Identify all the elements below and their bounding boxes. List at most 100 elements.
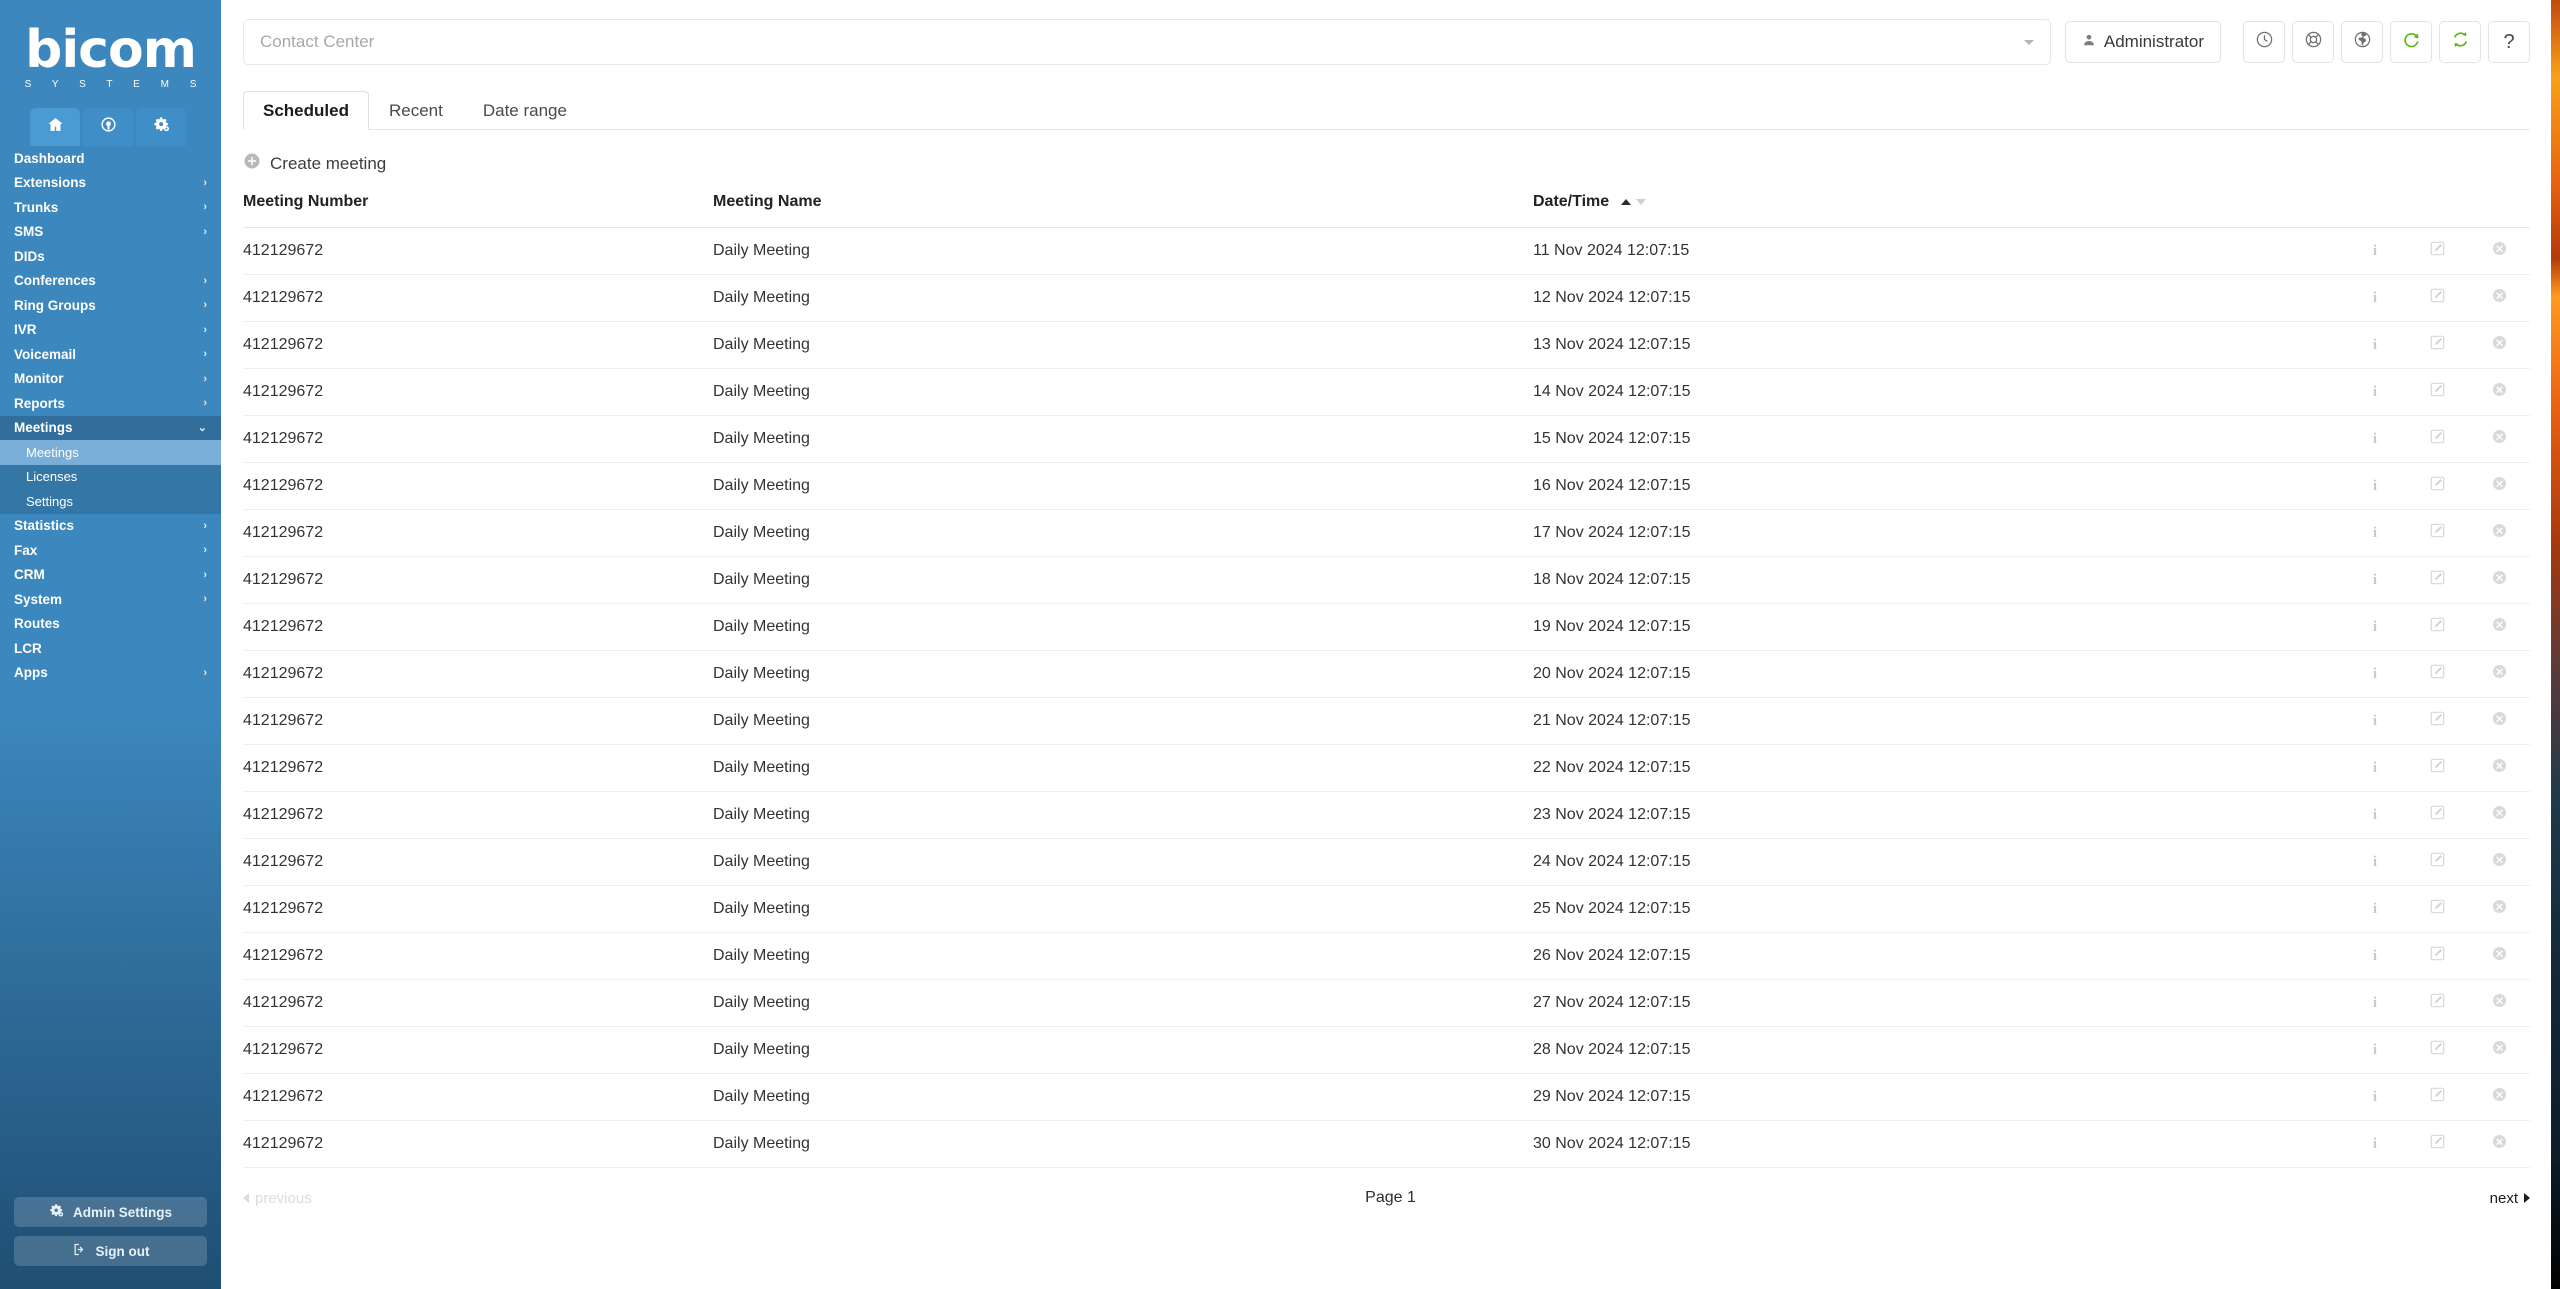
- info-icon[interactable]: i: [2373, 948, 2377, 965]
- delete-icon[interactable]: [2491, 992, 2508, 1009]
- table-row[interactable]: 412129672 Daily Meeting 30 Nov 2024 12:07:…: [243, 1120, 2530, 1168]
- cell-info-action[interactable]: i: [2344, 885, 2406, 933]
- cell-delete-action[interactable]: [2468, 650, 2530, 698]
- edit-icon[interactable]: [2429, 804, 2446, 821]
- edit-icon[interactable]: [2429, 569, 2446, 586]
- cell-delete-action[interactable]: [2468, 791, 2530, 839]
- cell-info-action[interactable]: i: [2344, 1026, 2406, 1074]
- edit-icon[interactable]: [2429, 945, 2446, 962]
- cell-delete-action[interactable]: [2468, 462, 2530, 510]
- table-row[interactable]: 412129672 Daily Meeting 14 Nov 2024 12:07:…: [243, 368, 2530, 416]
- cell-edit-action[interactable]: [2406, 603, 2468, 651]
- table-row[interactable]: 412129672 Daily Meeting 25 Nov 2024 12:07:…: [243, 885, 2530, 933]
- cell-info-action[interactable]: i: [2344, 1073, 2406, 1121]
- info-icon[interactable]: i: [2373, 760, 2377, 777]
- sidebar-item-dashboard[interactable]: Dashboard: [0, 146, 221, 171]
- sidebar-item-reports[interactable]: Reports ›: [0, 391, 221, 416]
- table-row[interactable]: 412129672 Daily Meeting 27 Nov 2024 12:07:…: [243, 979, 2530, 1027]
- cell-edit-action[interactable]: [2406, 1120, 2468, 1168]
- cell-delete-action[interactable]: [2468, 509, 2530, 557]
- edit-icon[interactable]: [2429, 616, 2446, 633]
- info-icon[interactable]: i: [2373, 666, 2377, 683]
- info-icon[interactable]: i: [2373, 713, 2377, 730]
- info-icon[interactable]: i: [2373, 384, 2377, 401]
- cell-delete-action[interactable]: [2468, 744, 2530, 792]
- sidebar-item-crm[interactable]: CRM ›: [0, 563, 221, 588]
- info-icon[interactable]: i: [2373, 854, 2377, 871]
- info-icon[interactable]: i: [2373, 1136, 2377, 1153]
- edit-icon[interactable]: [2429, 663, 2446, 680]
- info-icon[interactable]: i: [2373, 290, 2377, 307]
- table-row[interactable]: 412129672 Daily Meeting 13 Nov 2024 12:07:…: [243, 321, 2530, 369]
- cell-delete-action[interactable]: [2468, 932, 2530, 980]
- next-page-button[interactable]: next: [2490, 1190, 2530, 1207]
- cell-edit-action[interactable]: [2406, 368, 2468, 416]
- cell-delete-action[interactable]: [2468, 603, 2530, 651]
- sign-out-button[interactable]: Sign out: [14, 1236, 207, 1266]
- cell-info-action[interactable]: i: [2344, 509, 2406, 557]
- help-button[interactable]: ?: [2488, 21, 2530, 63]
- cell-delete-action[interactable]: [2468, 1073, 2530, 1121]
- cell-delete-action[interactable]: [2468, 697, 2530, 745]
- sidebar-item-extensions[interactable]: Extensions ›: [0, 171, 221, 196]
- sidebar-subitem-settings[interactable]: Settings: [0, 489, 221, 514]
- edit-icon[interactable]: [2429, 710, 2446, 727]
- cell-delete-action[interactable]: [2468, 885, 2530, 933]
- info-icon[interactable]: i: [2373, 1089, 2377, 1106]
- info-icon[interactable]: i: [2373, 901, 2377, 918]
- cell-edit-action[interactable]: [2406, 462, 2468, 510]
- delete-icon[interactable]: [2491, 1086, 2508, 1103]
- create-meeting-button[interactable]: Create meeting: [243, 152, 386, 175]
- cell-info-action[interactable]: i: [2344, 415, 2406, 463]
- info-icon[interactable]: i: [2373, 995, 2377, 1012]
- sidebar-item-conferences[interactable]: Conferences ›: [0, 269, 221, 294]
- cell-info-action[interactable]: i: [2344, 274, 2406, 322]
- column-header-datetime[interactable]: Date/Time: [1533, 185, 2344, 228]
- info-icon[interactable]: i: [2373, 478, 2377, 495]
- delete-icon[interactable]: [2491, 334, 2508, 351]
- cell-edit-action[interactable]: [2406, 1073, 2468, 1121]
- mode-tab-home[interactable]: [30, 108, 80, 146]
- cell-edit-action[interactable]: [2406, 556, 2468, 604]
- cell-info-action[interactable]: i: [2344, 979, 2406, 1027]
- cell-edit-action[interactable]: [2406, 1026, 2468, 1074]
- cell-edit-action[interactable]: [2406, 744, 2468, 792]
- table-row[interactable]: 412129672 Daily Meeting 18 Nov 2024 12:07:…: [243, 556, 2530, 604]
- cell-edit-action[interactable]: [2406, 509, 2468, 557]
- cell-edit-action[interactable]: [2406, 979, 2468, 1027]
- delete-icon[interactable]: [2491, 381, 2508, 398]
- column-header-meeting-name[interactable]: Meeting Name: [713, 185, 1533, 228]
- delete-icon[interactable]: [2491, 522, 2508, 539]
- sidebar-item-system[interactable]: System ›: [0, 587, 221, 612]
- table-row[interactable]: 412129672 Daily Meeting 24 Nov 2024 12:07:…: [243, 838, 2530, 886]
- table-row[interactable]: 412129672 Daily Meeting 19 Nov 2024 12:07:…: [243, 603, 2530, 651]
- edit-icon[interactable]: [2429, 475, 2446, 492]
- cell-info-action[interactable]: i: [2344, 321, 2406, 369]
- delete-icon[interactable]: [2491, 710, 2508, 727]
- delete-icon[interactable]: [2491, 804, 2508, 821]
- previous-page-button[interactable]: previous: [243, 1190, 312, 1207]
- delete-icon[interactable]: [2491, 1133, 2508, 1150]
- contact-center-select[interactable]: Contact Center: [243, 19, 2051, 65]
- edit-icon[interactable]: [2429, 240, 2446, 257]
- edit-icon[interactable]: [2429, 757, 2446, 774]
- table-row[interactable]: 412129672 Daily Meeting 22 Nov 2024 12:07:…: [243, 744, 2530, 792]
- table-row[interactable]: 412129672 Daily Meeting 16 Nov 2024 12:07:…: [243, 462, 2530, 510]
- delete-icon[interactable]: [2491, 757, 2508, 774]
- cell-delete-action[interactable]: [2468, 838, 2530, 886]
- cell-delete-action[interactable]: [2468, 1026, 2530, 1074]
- delete-icon[interactable]: [2491, 663, 2508, 680]
- sidebar-subitem-licenses[interactable]: Licenses: [0, 464, 221, 489]
- cell-info-action[interactable]: i: [2344, 227, 2406, 275]
- delete-icon[interactable]: [2491, 428, 2508, 445]
- admin-settings-button[interactable]: Admin Settings: [14, 1197, 207, 1227]
- sidebar-item-statistics[interactable]: Statistics ›: [0, 514, 221, 539]
- info-icon[interactable]: i: [2373, 572, 2377, 589]
- cell-info-action[interactable]: i: [2344, 1120, 2406, 1168]
- sidebar-item-lcr[interactable]: LCR: [0, 636, 221, 661]
- cell-delete-action[interactable]: [2468, 979, 2530, 1027]
- delete-icon[interactable]: [2491, 569, 2508, 586]
- cell-info-action[interactable]: i: [2344, 744, 2406, 792]
- mode-tab-contact-center[interactable]: [83, 108, 133, 146]
- sidebar-item-fax[interactable]: Fax ›: [0, 538, 221, 563]
